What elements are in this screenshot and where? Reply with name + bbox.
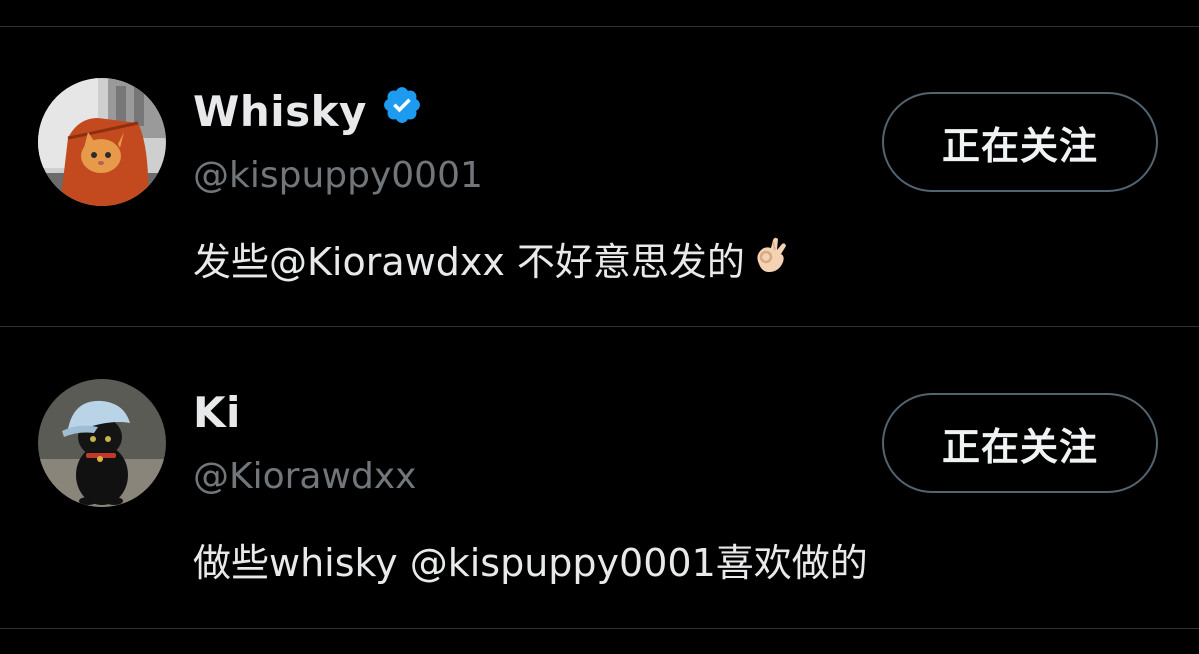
user-bio: 发些@Kiorawdxx 不好意思发的 bbox=[193, 237, 793, 289]
display-name[interactable]: Whisky bbox=[193, 86, 423, 138]
following-button[interactable]: 正在关注 bbox=[882, 393, 1158, 493]
avatar[interactable] bbox=[38, 78, 166, 206]
user-bio: 做些whisky @kispuppy0001喜欢做的 bbox=[193, 539, 868, 587]
display-name-text[interactable]: Ki bbox=[193, 388, 241, 437]
user-cell-whisky[interactable]: Whisky @kispuppy0001 正在关注 发些@Kiorawdxx 不… bbox=[0, 26, 1199, 326]
ok-hand-emoji-icon bbox=[749, 234, 793, 289]
display-name[interactable]: Ki bbox=[193, 387, 241, 439]
display-name-text[interactable]: Whisky bbox=[193, 87, 367, 136]
orange-kitten-in-bag-image bbox=[38, 78, 166, 206]
user-handle[interactable]: @Kiorawdxx bbox=[193, 455, 416, 499]
avatar[interactable] bbox=[38, 379, 166, 507]
bottom-divider bbox=[0, 628, 1199, 629]
verified-badge-icon bbox=[381, 84, 423, 138]
bio-text: 发些@Kiorawdxx 不好意思发的 bbox=[193, 240, 745, 284]
following-button[interactable]: 正在关注 bbox=[882, 92, 1158, 192]
black-cat-with-cap-image bbox=[38, 379, 166, 507]
bio-text: 做些whisky @kispuppy0001喜欢做的 bbox=[193, 541, 868, 585]
user-cell-ki[interactable]: Ki @Kiorawdxx 正在关注 做些whisky @kispuppy000… bbox=[0, 327, 1199, 627]
user-handle[interactable]: @kispuppy0001 bbox=[193, 154, 483, 198]
